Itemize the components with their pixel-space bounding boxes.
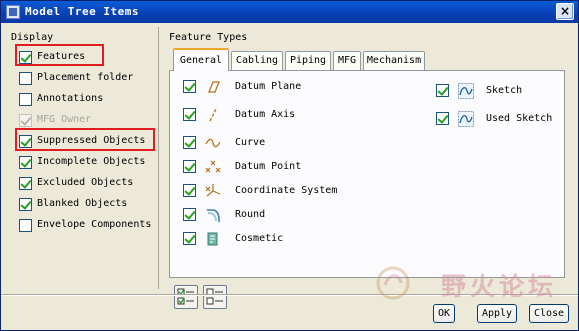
round-label: Round <box>235 209 266 220</box>
placement-folder-label: Placement folder <box>37 72 134 83</box>
sketch-icon <box>458 83 474 99</box>
envelope-components-checkbox[interactable] <box>19 219 32 232</box>
coordinate-system-icon <box>205 184 221 197</box>
general-tab-panel: Datum Plane Datum Axis Curve Datum Point… <box>169 70 565 278</box>
incomplete-objects-checkbox[interactable] <box>19 156 32 169</box>
datum-plane-label: Datum Plane <box>235 81 302 92</box>
coordinate-system-label: Coordinate System <box>235 185 338 196</box>
excluded-objects-checkbox[interactable] <box>19 177 32 190</box>
window-title: Model Tree Items <box>25 5 139 18</box>
datum-point-icon <box>205 160 221 173</box>
coordinate-system-checkbox[interactable] <box>183 184 196 197</box>
tab-piping[interactable]: Piping <box>285 51 331 70</box>
used-sketch-icon <box>458 111 474 127</box>
blanked-objects-label: Blanked Objects <box>37 198 128 209</box>
select-all-button[interactable] <box>174 285 198 309</box>
select-all-icon <box>177 288 194 305</box>
placement-folder-checkbox[interactable] <box>19 72 32 85</box>
sketch-checkbox[interactable] <box>436 84 449 97</box>
datum-plane-checkbox[interactable] <box>183 80 196 93</box>
datum-point-checkbox[interactable] <box>183 160 196 173</box>
used-sketch-checkbox[interactable] <box>436 112 449 125</box>
tab-cabling[interactable]: Cabling <box>231 51 283 70</box>
curve-icon <box>205 138 221 148</box>
model-tree-items-dialog: Model Tree Items × Display Features Plac… <box>0 0 579 331</box>
annotations-label: Annotations <box>37 93 104 104</box>
feature-types-group-label: Feature Types <box>169 32 248 43</box>
datum-axis-label: Datum Axis <box>235 109 296 120</box>
blanked-objects-checkbox[interactable] <box>19 198 32 211</box>
excluded-objects-label: Excluded Objects <box>37 177 134 188</box>
curve-checkbox[interactable] <box>183 136 196 149</box>
datum-axis-checkbox[interactable] <box>183 108 196 121</box>
sketch-label: Sketch <box>486 85 523 96</box>
tab-mfg[interactable]: MFG <box>333 51 361 70</box>
feature-types-panel: Feature Types General Cabling Piping MFG… <box>165 27 575 309</box>
used-sketch-label: Used Sketch <box>486 113 553 124</box>
suppressed-objects-highlight-box <box>15 128 155 151</box>
datum-point-label: Datum Point <box>235 161 302 172</box>
ok-button[interactable]: OK <box>433 304 455 323</box>
close-button[interactable]: Close <box>529 304 569 323</box>
envelope-components-label: Envelope Components <box>37 219 152 230</box>
cosmetic-label: Cosmetic <box>235 233 284 244</box>
round-icon <box>207 209 220 222</box>
mfg-owner-checkbox <box>19 114 32 127</box>
features-highlight-box <box>15 44 104 66</box>
datum-plane-icon <box>208 81 220 93</box>
deselect-all-icon <box>206 288 223 305</box>
tab-general[interactable]: General <box>173 48 229 71</box>
display-panel: Display Features Placement folder Annota… <box>7 27 159 289</box>
deselect-all-button[interactable] <box>203 285 227 309</box>
annotations-checkbox[interactable] <box>19 93 32 106</box>
incomplete-objects-label: Incomplete Objects <box>37 156 146 167</box>
round-checkbox[interactable] <box>183 208 196 221</box>
title-bar[interactable]: Model Tree Items × <box>1 1 578 23</box>
window-icon <box>6 5 20 19</box>
close-window-button[interactable]: × <box>556 3 574 20</box>
curve-label: Curve <box>235 137 266 148</box>
cosmetic-icon <box>207 232 218 246</box>
bottom-separator <box>1 294 578 296</box>
tab-mechanism[interactable]: Mechanism <box>363 51 425 70</box>
cosmetic-checkbox[interactable] <box>183 232 196 245</box>
display-group-label: Display <box>11 32 54 43</box>
datum-axis-icon <box>209 108 217 122</box>
apply-button[interactable]: Apply <box>477 304 517 323</box>
mfg-owner-label: MFG Owner <box>37 114 92 125</box>
